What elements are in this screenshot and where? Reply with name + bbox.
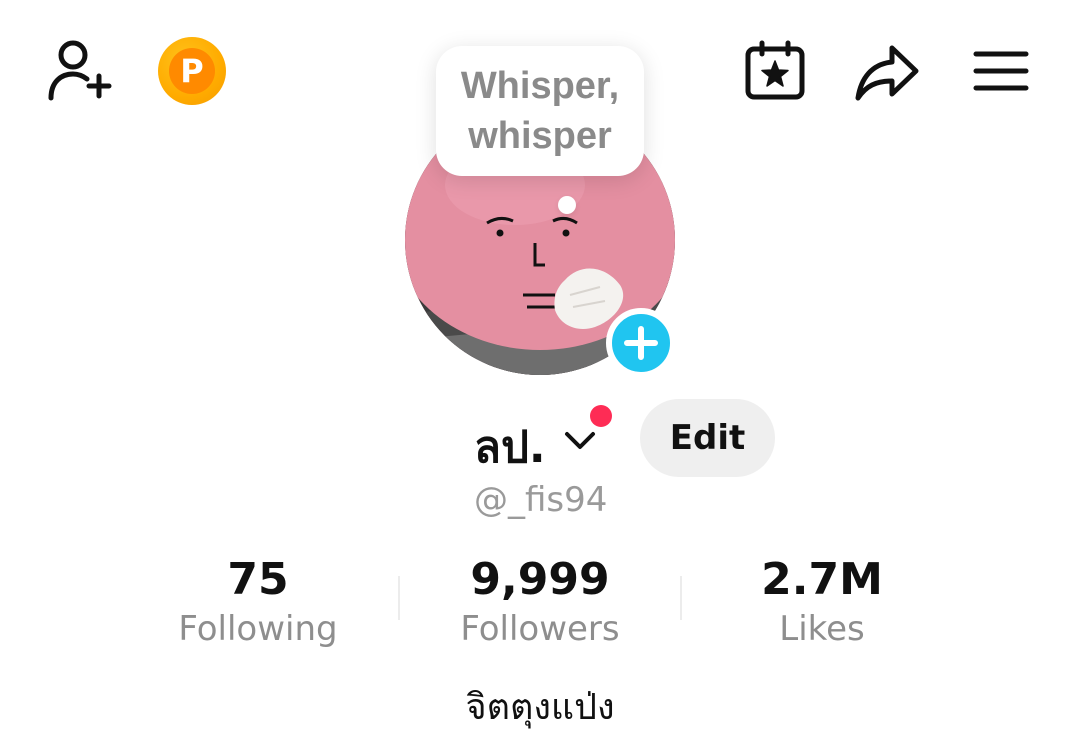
stat-followers-label: Followers [460,609,620,649]
stat-likes[interactable]: 2.7M Likes [682,556,962,652]
share-button[interactable] [852,40,922,104]
coins-button[interactable]: P [158,37,226,105]
menu-button[interactable] [972,46,1030,96]
profile-bio[interactable]: จิตตุงแป่ง [0,678,1080,735]
coin-letter: P [169,48,215,94]
p-coin-icon: P [158,37,226,105]
notification-dot [590,405,612,427]
share-arrow-icon [855,45,919,101]
stat-likes-value: 2.7M [761,554,883,605]
add-avatar-button[interactable] [606,308,676,378]
person-plus-icon [48,40,112,101]
account-switch-button[interactable] [560,420,600,460]
calendar-star-icon [745,40,805,100]
calendar-button[interactable] [742,38,808,104]
stat-followers[interactable]: 9,999 Followers [400,556,680,652]
stat-following[interactable]: 75 Following [118,556,398,652]
stat-likes-label: Likes [779,609,865,649]
add-friend-button[interactable] [40,36,116,106]
username: @_fis94 [474,480,608,520]
status-bubble[interactable]: Whisper, whisper [436,46,644,176]
chevron-down-icon [565,432,595,449]
stat-followers-value: 9,999 [470,554,610,605]
plus-icon [624,326,658,360]
stat-following-value: 75 [227,554,289,605]
stat-following-label: Following [178,609,338,649]
status-bubble-tail [558,196,576,214]
edit-profile-button[interactable]: Edit [640,399,775,477]
hamburger-menu-icon [973,51,1029,91]
display-name: ลป. [474,422,546,473]
